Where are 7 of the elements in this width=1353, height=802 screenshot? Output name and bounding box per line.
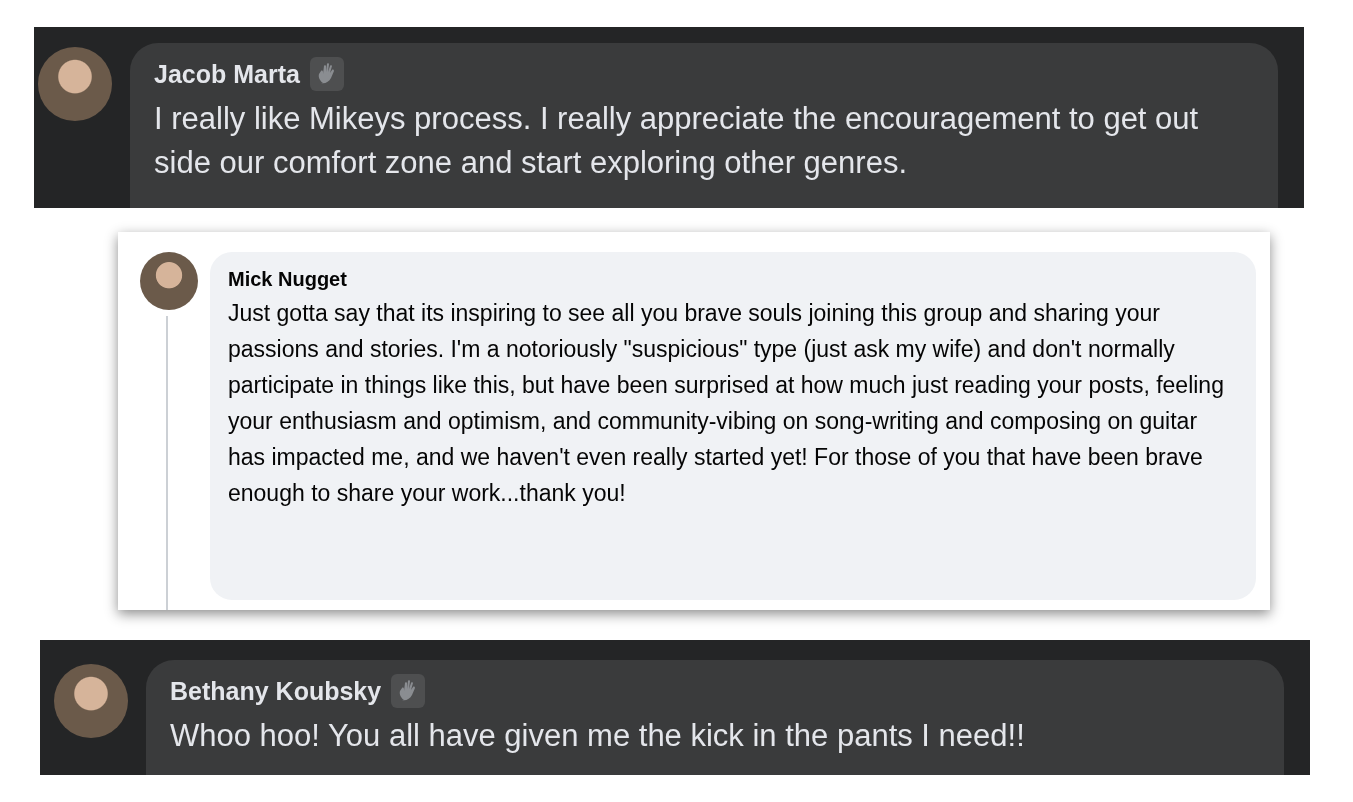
comment-text: I really like Mikeys process. I really appreciate the encouragement to get out side our comfort zone and start exploring other genres. xyxy=(154,100,1200,182)
commenter-name[interactable]: Mick Nugget xyxy=(228,268,347,291)
commenter-name[interactable]: Bethany Koubsky xyxy=(170,676,382,706)
avatar-photo[interactable] xyxy=(140,252,198,310)
commenter-name[interactable]: Jacob Marta xyxy=(154,59,300,89)
comment-text: Whoo hoo! You all have given me the kick in the pants I need!! xyxy=(170,717,1026,755)
comment-text: Just gotta say that its inspiring to see all you brave souls joining this group and sharing your passions and stories. I'm a notoriously "suspicious" type (just ask my wife) and don't normally participate in things like this, but have been surprised at how much just reading your posts, feeling your enthusiasm and optimism, and community-vibing on song-writing and composing on guitar has impacted me, and we haven't even really started yet! For those of you that have been brave enough to share your work...thank you! xyxy=(228,299,1225,508)
